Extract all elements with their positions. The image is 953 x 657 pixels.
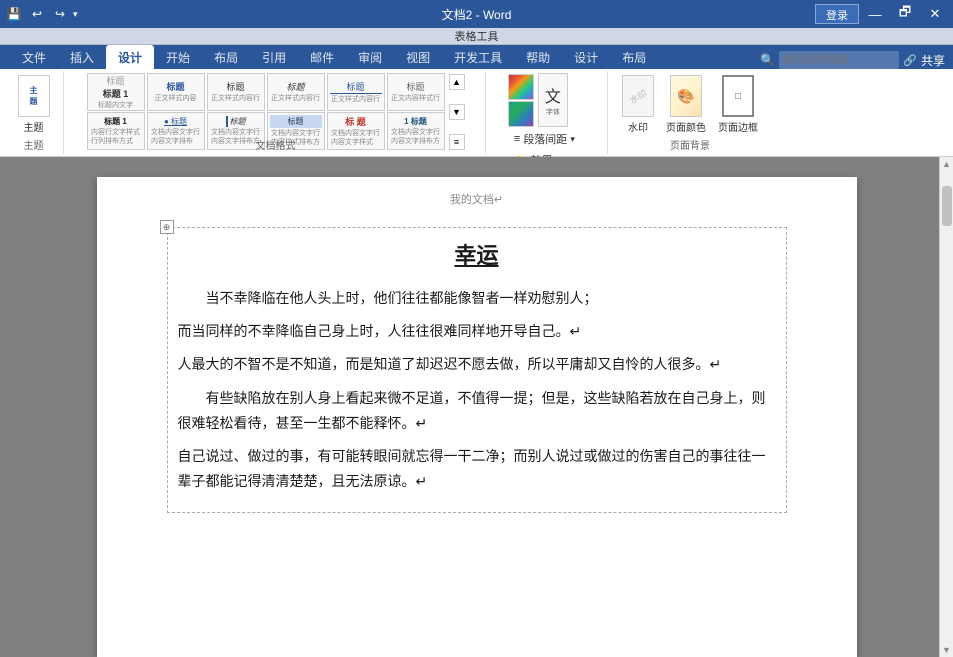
move-handle[interactable]: ⊕ (160, 220, 174, 234)
quick-access-dropdown[interactable]: ▾ (73, 9, 78, 20)
doc-format-label: 文档格式 (66, 137, 485, 152)
title-bar-right: 登录 — 🗗 ✕ (815, 0, 953, 28)
search-icon: 🔍 (760, 53, 775, 67)
styles-scroll-up[interactable]: ▲ (449, 74, 465, 90)
document-page: 我的文档↵ ⊕ 幸运 当不幸降临在他人头上时，他们往往都能像智者一样劝慰别人； … (97, 177, 857, 657)
paragraph-spacing-button[interactable]: ≡ 段落间距 ▾ (508, 129, 587, 149)
paragraph-spacing-icon: ≡ (514, 133, 520, 145)
restore-button[interactable]: 🗗 (891, 0, 919, 28)
doc-para-3: 人最大的不智不是不知道，而是知道了却迟迟不愿去做，所以平庸却又自怜的人很多。↵ (178, 352, 776, 377)
tab-table-layout[interactable]: 布局 (610, 45, 658, 69)
title-bar: 💾 ↩ ↪ ▾ 文档2 - Word 登录 — 🗗 ✕ (0, 0, 953, 28)
scroll-up-btn[interactable]: ▲ (940, 157, 953, 171)
ribbon-tabs: 文件 插入 设计 开始 布局 引用 邮件 审阅 视图 开发工具 帮助 设计 布局… (0, 45, 953, 69)
login-button[interactable]: 登录 (815, 4, 859, 24)
minimize-button[interactable]: — (861, 0, 889, 28)
ribbon: 主题 主题 主题 标题 标题 1 标题内文字 (0, 69, 953, 157)
save-quick-btn[interactable]: 💾 (4, 4, 24, 24)
document-format-group: 标题 标题 1 标题内文字 标题 正文样式内容 标题 正文样式内容行 (66, 71, 486, 154)
close-button[interactable]: ✕ (921, 0, 949, 28)
theme-preview-icon: 主题 (18, 75, 50, 117)
scroll-thumb[interactable] (942, 186, 952, 226)
redo-quick-btn[interactable]: ↪ (50, 4, 70, 24)
color-swatch-1[interactable] (508, 74, 534, 100)
tab-insert[interactable]: 插入 (58, 45, 106, 69)
doc-para-1: 当不幸降临在他人头上时，他们往往都能像智者一样劝慰别人； (178, 286, 776, 311)
page-bg-label: 页面背景 (610, 137, 770, 152)
tab-view[interactable]: 视图 (394, 45, 442, 69)
page-border-icon: □ (722, 75, 754, 117)
styles-scroll-down[interactable]: ▼ (449, 104, 465, 120)
tab-help[interactable]: 帮助 (514, 45, 562, 69)
tab-file[interactable]: 文件 (10, 45, 58, 69)
tab-review[interactable]: 审阅 (346, 45, 394, 69)
share-button[interactable]: 共享 (921, 52, 945, 69)
watermark-icon: 水印 (622, 75, 654, 117)
theme-button[interactable]: 主题 主题 (14, 73, 54, 136)
document-title: 幸运 (178, 238, 776, 270)
font-preview[interactable]: 文 字体 (538, 73, 568, 127)
tab-developer[interactable]: 开发工具 (442, 45, 514, 69)
tab-references[interactable]: 引用 (250, 45, 298, 69)
style-item-6[interactable]: 标题 正文内容样式行 (387, 73, 445, 111)
tab-design[interactable]: 设计 (106, 45, 154, 69)
styles-row-1: 标题 标题 1 标题内文字 标题 正文样式内容 标题 正文样式内容行 (87, 73, 445, 111)
table-tools-bar: 表格工具 (0, 28, 953, 45)
page-border-button[interactable]: □ 页面边框 (714, 73, 762, 136)
page-bg-group: 水印 水印 🎨 页面颜色 □ 页面边框 (610, 71, 770, 154)
search-input[interactable] (779, 51, 899, 69)
color-swatch-2[interactable] (508, 101, 534, 127)
style-item-2[interactable]: 标题 正文样式内容 (147, 73, 205, 111)
vertical-scrollbar[interactable]: ▲ ▼ (939, 157, 953, 657)
tab-home[interactable]: 开始 (154, 45, 202, 69)
theme-group-label: 主题 (4, 137, 63, 152)
tab-table-design[interactable]: 设计 (562, 45, 610, 69)
theme-group: 主题 主题 主题 (4, 71, 64, 154)
tab-mailings[interactable]: 邮件 (298, 45, 346, 69)
color-swatches (508, 74, 534, 127)
style-item-3[interactable]: 标题 正文样式内容行 (207, 73, 265, 111)
content-area: 我的文档↵ ⊕ 幸运 当不幸降临在他人头上时，他们往往都能像智者一样劝慰别人； … (0, 157, 953, 657)
share-icon: 🔗 (903, 54, 917, 67)
scroll-down-btn[interactable]: ▼ (940, 643, 953, 657)
style-item-5[interactable]: 标题 正文样式内容行 (327, 73, 385, 111)
window-title: 文档2 - Word (442, 6, 512, 23)
colors-group: 文 字体 ≡ 段落间距 ▾ ✨ 效果 ▾ (488, 71, 608, 154)
page-color-button[interactable]: 🎨 页面颜色 (662, 73, 710, 136)
doc-para-4: 有些缺陷放在别人身上看起来微不足道，不值得一提；但是，这些缺陷若放在自己身上，则… (178, 386, 776, 436)
title-bar-left: 💾 ↩ ↪ ▾ (0, 4, 815, 24)
app-window: 💾 ↩ ↪ ▾ 文档2 - Word 登录 — 🗗 ✕ 表格工具 文件 插入 设… (0, 0, 953, 643)
undo-quick-btn[interactable]: ↩ (27, 4, 47, 24)
watermark-button[interactable]: 水印 水印 (618, 73, 658, 136)
style-item-4[interactable]: 标题 正文样式内容行 (267, 73, 325, 111)
style-item-1[interactable]: 标题 标题 1 标题内文字 (87, 73, 145, 111)
doc-para-5: 自己说过、做过的事，有可能转眼间就忘得一干二净；而别人说过或做过的伤害自己的事往… (178, 444, 776, 494)
watermark-items: 水印 水印 🎨 页面颜色 □ 页面边框 (618, 73, 762, 136)
document-header: 我的文档↵ (97, 191, 857, 207)
table-tools-label: 表格工具 (455, 28, 499, 44)
page-color-icon: 🎨 (670, 75, 702, 117)
tab-layout[interactable]: 布局 (202, 45, 250, 69)
text-box[interactable]: ⊕ 幸运 当不幸降临在他人头上时，他们往往都能像智者一样劝慰别人； 而当同样的不… (167, 227, 787, 513)
quick-access-toolbar: 💾 ↩ ↪ ▾ (4, 4, 78, 24)
doc-para-2: 而当同样的不幸降临自己身上时，人往往很难同样地开导自己。↵ (178, 319, 776, 344)
paragraph-spacing-dropdown-icon: ▾ (570, 134, 575, 145)
doc-scroll-area: 我的文档↵ ⊕ 幸运 当不幸降临在他人头上时，他们往往都能像智者一样劝慰别人； … (0, 157, 953, 657)
